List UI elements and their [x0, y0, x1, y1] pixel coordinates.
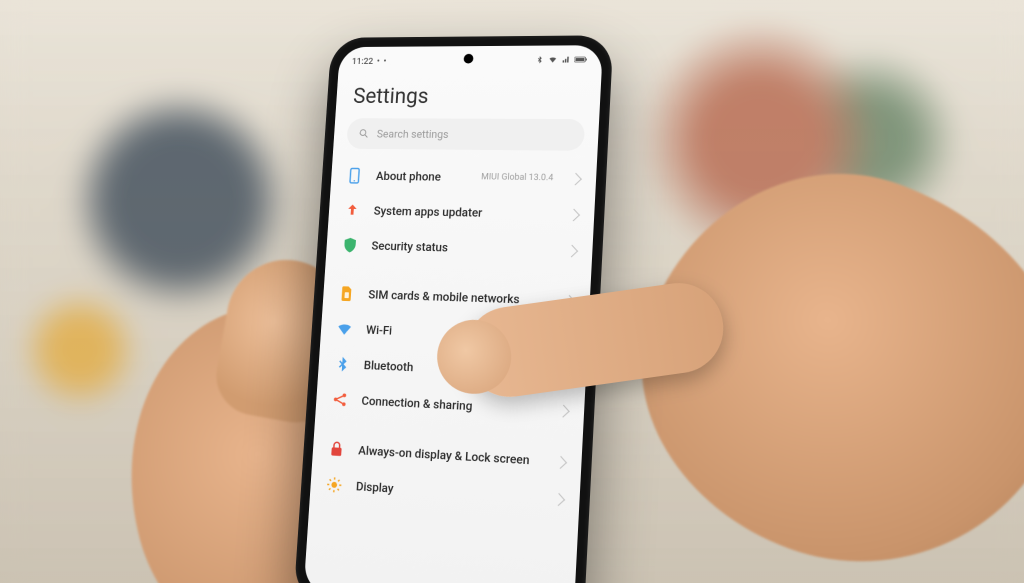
phone-icon: [346, 167, 364, 185]
wifi-icon: [336, 320, 354, 338]
chevron-right-icon: [557, 404, 570, 417]
chevron-right-icon: [552, 492, 565, 505]
bluetooth-icon: [333, 355, 351, 373]
share-icon: [331, 390, 349, 409]
photo-background: 11:22 • •: [0, 0, 1024, 583]
settings-row-label: Always-on display & Lock screen: [358, 443, 543, 469]
settings-row-label: Display: [356, 479, 541, 506]
shield-icon: [341, 236, 359, 254]
status-time: 11:22: [352, 57, 374, 67]
settings-row-label: Connection & sharing: [361, 393, 545, 417]
notification-dot-icon: •: [376, 57, 380, 67]
settings-row-about[interactable]: About phone MIUI Global 13.0.4: [330, 158, 597, 197]
page-title: Settings: [335, 71, 601, 119]
chevron-right-icon: [554, 455, 567, 468]
settings-row-security[interactable]: Security status: [326, 227, 594, 269]
chevron-right-icon: [569, 172, 582, 185]
settings-row-label: About phone: [376, 169, 468, 185]
settings-row-updater[interactable]: System apps updater: [328, 193, 595, 233]
settings-row-label: Security status: [371, 238, 554, 257]
chevron-right-icon: [565, 244, 578, 257]
search-input[interactable]: Search settings: [346, 118, 585, 151]
bluetooth-status-icon: [535, 55, 544, 67]
wifi-status-icon: [547, 55, 557, 67]
notification-dot-icon: •: [383, 57, 387, 67]
camera-punch-hole: [463, 54, 473, 64]
lock-icon: [328, 440, 346, 459]
settings-row-value: MIUI Global 13.0.4: [481, 172, 554, 183]
signal-status-icon: [561, 55, 571, 67]
battery-status-icon: [574, 55, 588, 67]
sim-icon: [338, 285, 356, 303]
search-icon: [358, 128, 370, 140]
settings-row-label: System apps updater: [373, 203, 555, 221]
sun-icon: [325, 475, 343, 494]
arrow-up-icon: [343, 202, 361, 220]
chevron-right-icon: [567, 208, 580, 221]
search-placeholder: Search settings: [377, 127, 449, 140]
